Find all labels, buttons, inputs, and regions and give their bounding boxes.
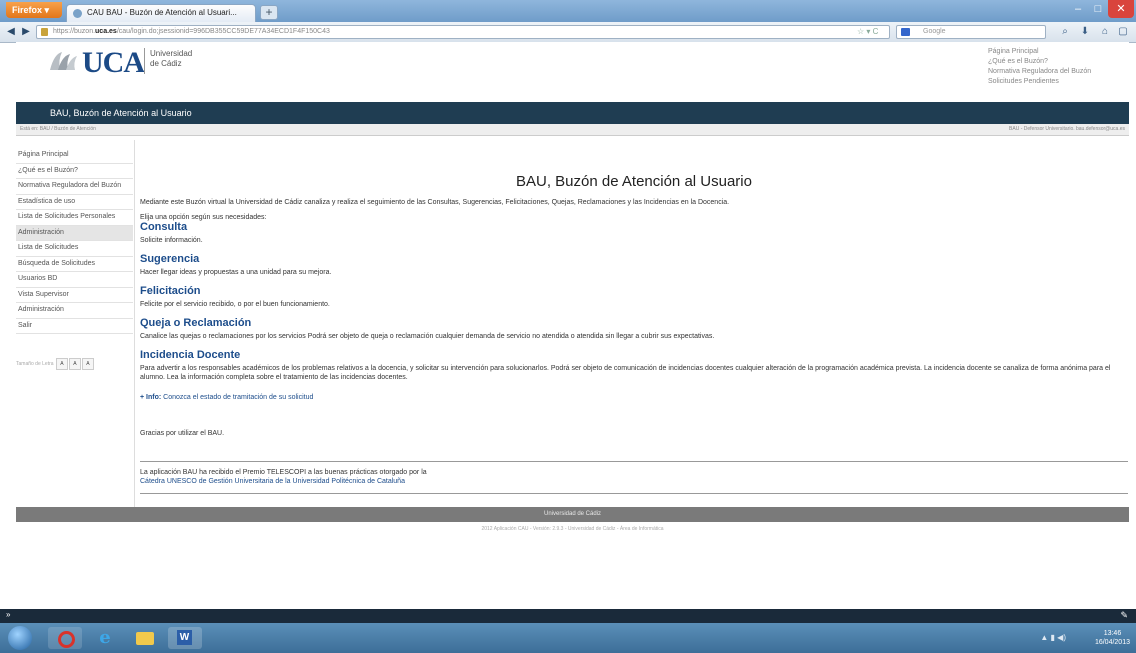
home-icon[interactable]: ⌂ [1098, 25, 1112, 39]
sidebar-item-lista-solicitudes[interactable]: Lista de Solicitudes [16, 241, 133, 257]
intro-choose-text: Elija una opción según sus necesidades: [140, 214, 267, 221]
url-path: /cau/login.do;jsessionid=996DB355CC59DE7… [116, 28, 330, 35]
option-felicitacion-link[interactable]: Felicitación [140, 285, 201, 297]
url-domain: uca.es [95, 28, 117, 35]
sidebar-item-salir[interactable]: Salir [16, 319, 133, 334]
start-button-icon[interactable] [8, 626, 32, 650]
award-text: La aplicación BAU ha recibido el Premio … [140, 469, 427, 476]
search-engine-icon[interactable]: ⌕ [1058, 25, 1072, 39]
uca-logo-leaves-icon [50, 52, 77, 70]
top-link-solicitudes-pendientes[interactable]: Solicitudes Pendientes [988, 77, 1091, 87]
back-button[interactable]: ◀ [4, 25, 18, 39]
addon-bar-tool-icon[interactable]: ✎ [1120, 610, 1128, 621]
sidebar-item-administracion[interactable]: Administración [16, 303, 133, 319]
unesco-chair-link[interactable]: Cátedra UNESCO de Gestión Universitaria … [140, 478, 405, 485]
sidebar-item-vista-supervisor[interactable]: Vista Supervisor [16, 288, 133, 303]
opera-taskbar-icon[interactable] [48, 627, 82, 649]
sidebar-section-administracion: Administración [16, 225, 133, 241]
download-icon[interactable]: ⬇ [1078, 25, 1092, 39]
firefox-menu-button[interactable]: Firefox ▾ [6, 2, 62, 18]
minimize-button[interactable]: – [1068, 0, 1088, 18]
option-sugerencia-desc: Hacer llegar ideas y propuestas a una un… [140, 269, 332, 276]
sidebar-item-estadistica[interactable]: Estadística de uso [16, 195, 133, 210]
sidebar-item-pagina-principal[interactable]: Página Principal [16, 148, 133, 164]
option-sugerencia-link[interactable]: Sugerencia [140, 253, 199, 265]
logo-subtitle-line1: Universidad [150, 49, 193, 58]
sidebar-item-que-es-buzon[interactable]: ¿Qué es el Buzón? [16, 164, 133, 179]
clock-date: 16/04/2013 [1094, 639, 1130, 646]
url-prefix: https://buzon. [53, 28, 96, 35]
font-size-control: Tamaño de Letra AAA [16, 358, 94, 370]
footer-bar: Universidad de Cádiz [16, 507, 1129, 522]
file-explorer-taskbar-icon[interactable] [128, 627, 162, 649]
windows-taskbar: e ▲ ▮ ◀) 13:46 16/04/2013 [0, 623, 1136, 653]
favicon-icon [73, 9, 82, 18]
intro-text: Mediante este Buzón virtual la Universid… [140, 199, 730, 206]
word-taskbar-icon[interactable] [168, 627, 202, 649]
font-size-label: Tamaño de Letra [16, 361, 54, 367]
uca-logo-text[interactable]: UCA [82, 46, 145, 80]
sidebar-nav: Página Principal ¿Qué es el Buzón? Norma… [16, 148, 133, 334]
info-line: + Info: Conozca el estado de tramitación… [140, 394, 313, 401]
option-consulta-link[interactable]: Consulta [140, 221, 187, 233]
tab-title: CAU BAU - Buzón de Atención al Usuari... [87, 8, 237, 17]
top-link-normativa[interactable]: Normativa Reguladora del Buzón [988, 67, 1091, 77]
sidebar-item-busqueda-solicitudes[interactable]: Búsqueda de Solicitudes [16, 257, 133, 272]
new-tab-button[interactable]: + [260, 5, 278, 20]
top-link-pagina-principal[interactable]: Página Principal [988, 47, 1091, 57]
maximize-button[interactable]: □ [1088, 0, 1108, 18]
top-links: Página Principal ¿Qué es el Buzón? Norma… [988, 47, 1091, 87]
close-window-button[interactable]: ✕ [1108, 0, 1134, 18]
system-tray-icons[interactable]: ▲ ▮ ◀) [1040, 633, 1066, 642]
breadcrumb: Está en: BAU / Buzón de Atención BAU - D… [16, 124, 1129, 136]
font-size-small-button[interactable]: A [55, 358, 68, 370]
browser-tab-active[interactable]: CAU BAU - Buzón de Atención al Usuari... [66, 4, 256, 22]
page-title: BAU, Buzón de Atención al Usuario [516, 173, 752, 190]
option-felicitacion-desc: Felicite por el servicio recibido, o por… [140, 301, 330, 308]
request-status-link[interactable]: Conozca el estado de tramitación de su s… [163, 394, 313, 401]
lock-icon [41, 28, 48, 36]
content-divider [134, 140, 135, 512]
sidebar-item-normativa[interactable]: Normativa Reguladora del Buzón [16, 179, 133, 195]
option-incidencia-docente-link[interactable]: Incidencia Docente [140, 349, 240, 361]
option-consulta-desc: Solicite información. [140, 237, 203, 244]
banner-title: BAU, Buzón de Atención al Usuario [50, 108, 192, 118]
sidebar-item-solicitudes-personales[interactable]: Lista de Solicitudes Personales [16, 210, 133, 226]
contact-info[interactable]: BAU - Defensor Universitario. bau.defens… [1009, 124, 1125, 135]
font-size-large-button[interactable]: A [81, 358, 94, 370]
footer-version-text: 2012 Aplicación CAU - Versión: 2.9.3 - U… [481, 526, 664, 532]
info-label: + Info: [140, 394, 162, 401]
taskbar-clock[interactable]: 13:46 16/04/2013 [1095, 629, 1130, 647]
forward-button[interactable]: ▶ [19, 25, 33, 39]
thanks-text: Gracias por utilizar el BAU. [140, 430, 225, 437]
search-bar[interactable]: Google [896, 25, 1046, 39]
option-queja-reclamacion-desc: Canalice las quejas o reclamaciones por … [140, 333, 715, 340]
addon-bar: » ✎ [0, 609, 1136, 623]
addon-bar-close-icon[interactable]: » [6, 610, 10, 619]
google-search-icon [901, 28, 910, 36]
logo-subtitle-line2: de Cádiz [150, 59, 182, 68]
option-incidencia-docente-desc: Para advertir a los responsables académi… [140, 365, 1111, 381]
option-queja-reclamacion-link[interactable]: Queja o Reclamación [140, 317, 251, 329]
address-bar[interactable]: https://buzon.uca.es/cau/login.do;jsessi… [36, 25, 890, 39]
clock-time: 13:46 [1103, 630, 1122, 637]
url-bookmark-reload-controls[interactable]: ☆ ▾ C [857, 26, 878, 38]
logo-divider [144, 48, 145, 74]
browser-titlebar: Firefox ▾ CAU BAU - Buzón de Atención al… [0, 0, 1136, 22]
browser-navbar: ◀ ▶ https://buzon.uca.es/cau/login.do;js… [0, 22, 1136, 43]
bookmarks-menu-icon[interactable]: ▢ [1116, 25, 1130, 39]
font-size-medium-button[interactable]: A [68, 358, 81, 370]
sidebar-item-usuarios-bd[interactable]: Usuarios BD [16, 272, 133, 288]
divider-line [140, 493, 1128, 494]
top-link-que-es-buzon[interactable]: ¿Qué es el Buzón? [988, 57, 1091, 67]
internet-explorer-taskbar-icon[interactable]: e [88, 627, 122, 649]
site-banner: BAU, Buzón de Atención al Usuario [16, 102, 1129, 124]
divider-line [140, 461, 1128, 462]
search-placeholder: Google [923, 28, 946, 35]
page-header: UCA Universidad de Cádiz Página Principa… [16, 42, 1129, 102]
breadcrumb-path: Está en: BAU / Buzón de Atención [20, 126, 96, 132]
